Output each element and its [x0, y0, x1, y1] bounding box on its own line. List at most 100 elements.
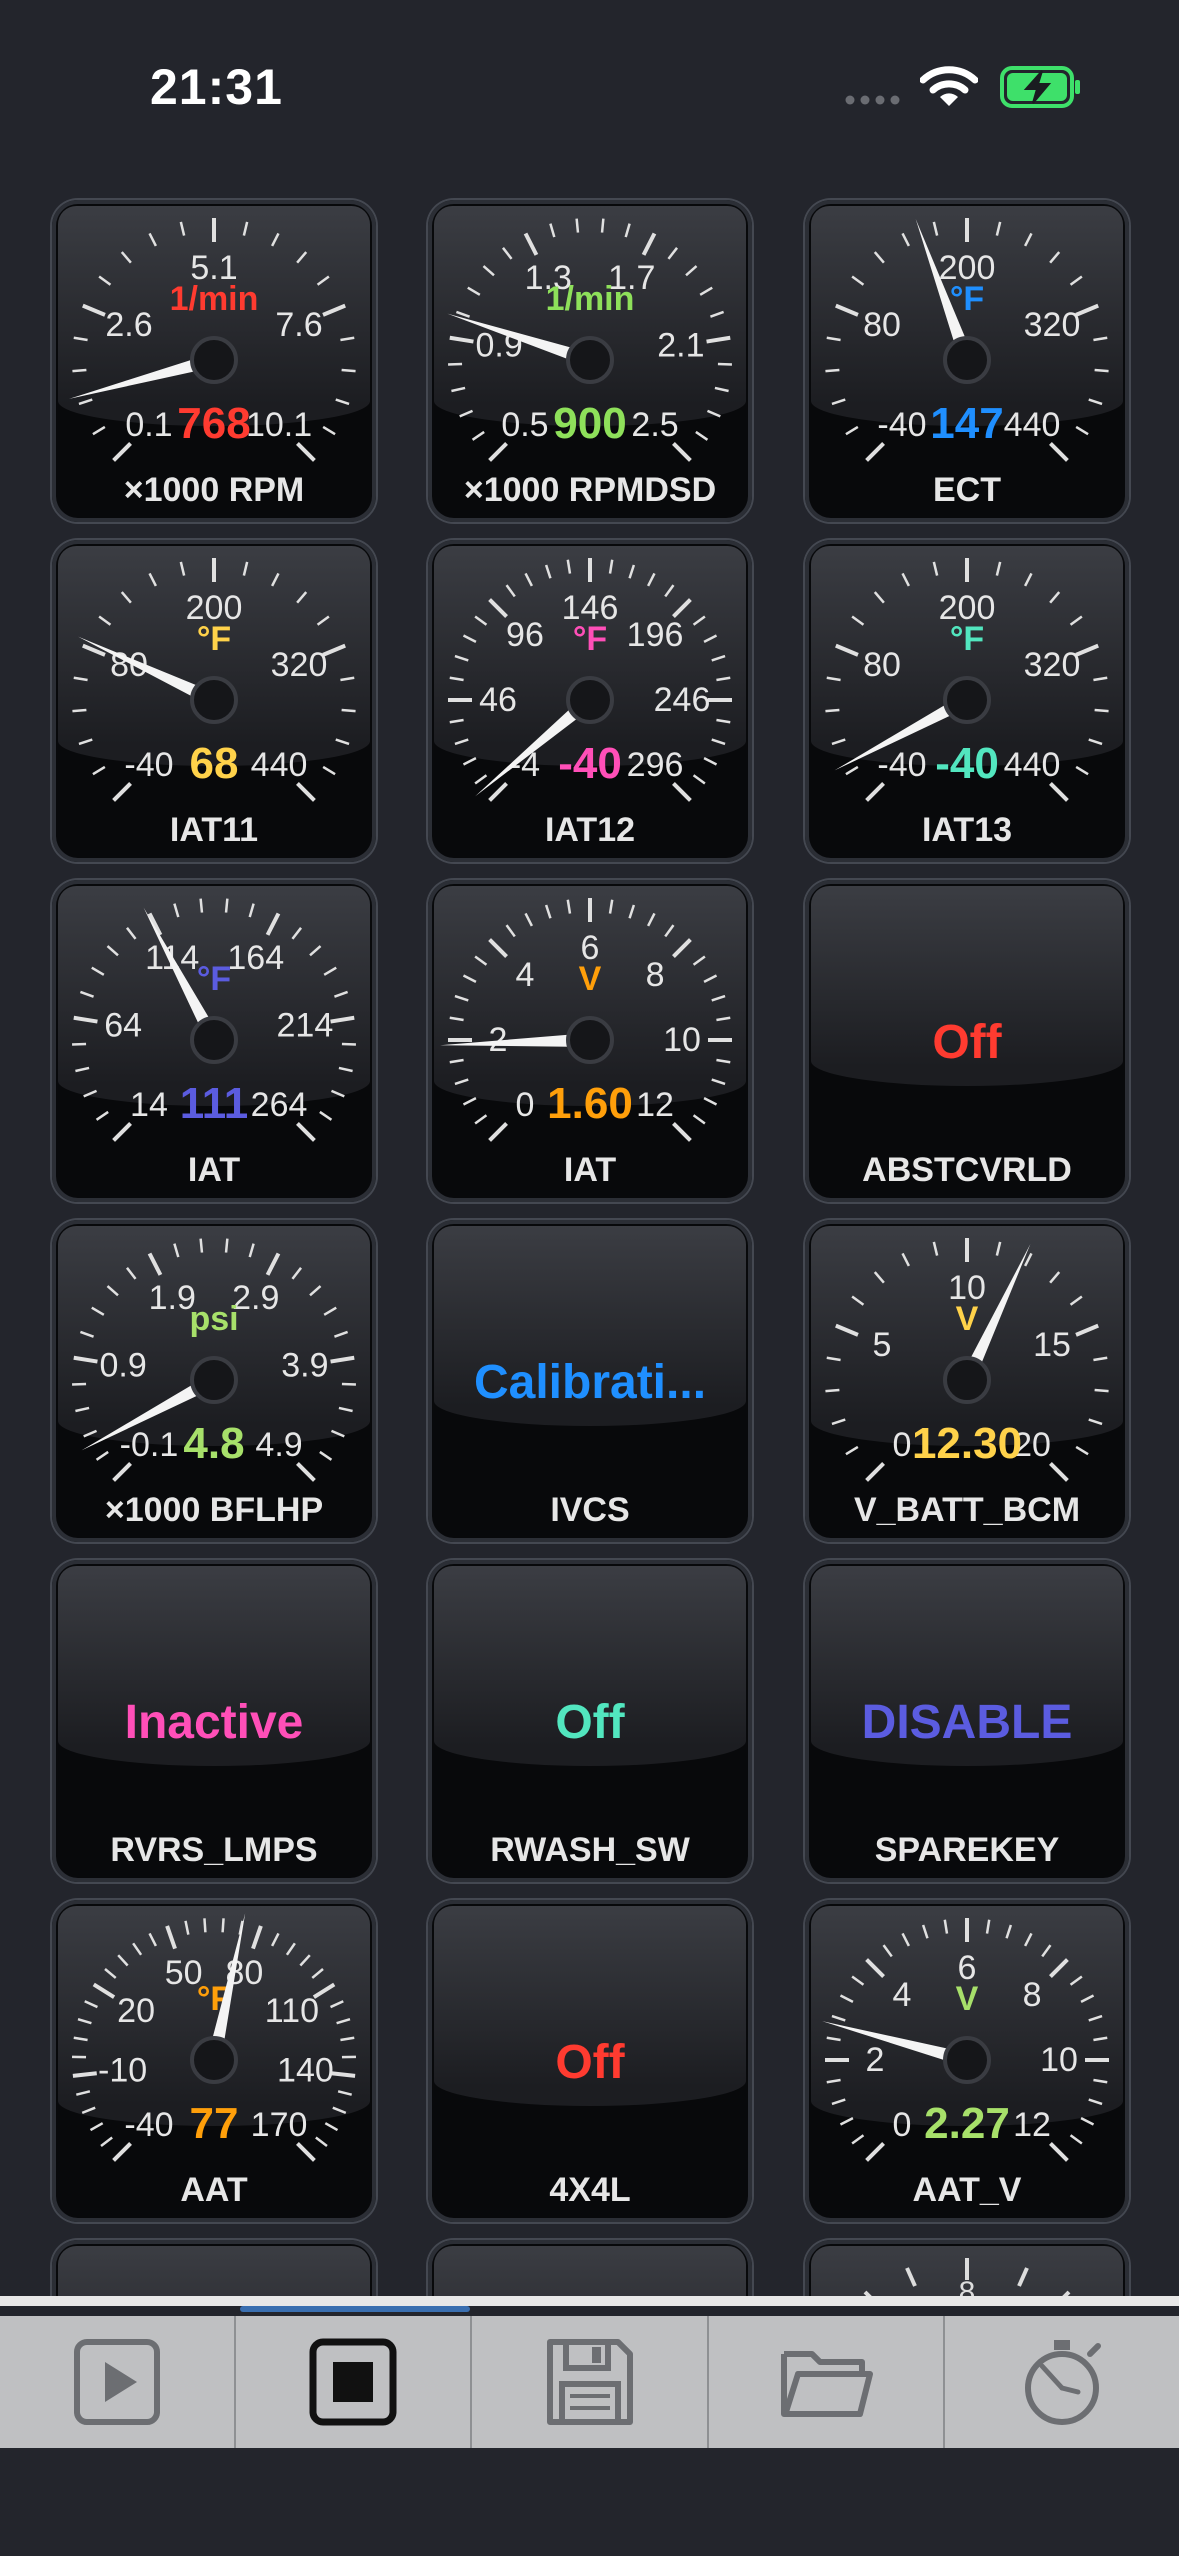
gauge-iat13[interactable]: -40 80 200 320 440 °F -40 IAT13 [805, 540, 1129, 862]
gauge-major-tick [672, 598, 692, 618]
gauge-minor-tick [462, 1096, 477, 1106]
gauge-value: 900 [553, 399, 626, 448]
gauge-minor-tick [459, 409, 474, 418]
gauge-minor-tick [73, 2036, 88, 2042]
gauge-unit: °F [950, 620, 984, 658]
gauge-minor-tick [324, 2122, 339, 2132]
gauge-minor-tick [501, 247, 513, 260]
toolbar-divider [0, 2296, 1179, 2306]
gauge-minor-tick [335, 398, 350, 406]
gauge-name: ECT [933, 471, 1001, 509]
gauge-rpm[interactable]: 0.1 2.6 5.1 7.6 10.1 1/min 768 ×1000 RPM [52, 200, 376, 522]
status-4x4l[interactable]: Off 4X4L [428, 1900, 752, 2222]
gauge-hub [190, 676, 238, 724]
gauge-bflhp[interactable]: -0.1 0.9 1.9 2.9 3.9 4.9 psi 4.8 ×1000 BFLHP [52, 1220, 376, 1542]
gauge-minor-tick [831, 738, 846, 746]
status-abstcvrld[interactable]: Off ABSTCVRLD [805, 880, 1129, 1202]
gauge-v-batt-bcm[interactable]: 0 5 10 15 20 V 12.30 V_BATT_BCM [805, 1220, 1129, 1542]
gauge-major-tick [265, 912, 281, 936]
stop-button[interactable] [236, 2316, 473, 2448]
gauge-minor-tick [224, 898, 229, 913]
gauge-value: 147 [930, 399, 1003, 448]
gauge-aat[interactable]: -40 -10 20 50 80 110 140 170 °F 77 AAT [52, 1900, 376, 2222]
gauge-iat-voltage[interactable]: 0 2 4 6 8 10 12 V 1.60 IAT [428, 880, 752, 1202]
gauge-minor-tick [449, 1016, 464, 1022]
gauge-name: IAT13 [921, 811, 1013, 849]
status-rvrs-lmps[interactable]: Inactive RVRS_LMPS [52, 1560, 376, 1882]
gauge-tick-label: 4 [892, 1976, 911, 2014]
gauge-minor-tick [932, 221, 939, 236]
gauge-minor-tick [98, 615, 112, 626]
gauge-minor-tick [901, 1932, 911, 1947]
gauge-minor-tick [1023, 572, 1033, 587]
gauge-minor-tick [692, 1114, 706, 1125]
gauge-tick-label: 12 [636, 1086, 674, 1124]
status-rwash-sw[interactable]: Off RWASH_SW [428, 1560, 752, 1882]
gauge-minor-tick [1023, 1252, 1033, 1267]
gauge-minor-tick [873, 591, 885, 604]
gauge-minor-tick [1080, 1994, 1095, 2004]
gauge-unit: °F [573, 620, 607, 658]
gauge-ect[interactable]: -40 80 200 320 440 °F 147 ECT [805, 200, 1129, 522]
gauge-minor-tick [462, 634, 477, 644]
gauge-minor-tick [667, 247, 679, 260]
gauge-minor-tick [89, 2122, 104, 2132]
gauge-iat12[interactable]: -4 46 96 146 196 246 296 °F -40 IAT12 [428, 540, 752, 862]
gauge-minor-tick [932, 561, 939, 576]
gauge-major-tick [1049, 782, 1069, 802]
gauge-hub [943, 676, 991, 724]
gauge-minor-tick [714, 386, 729, 393]
gauge-minor-tick [474, 1114, 488, 1125]
status-sparekey[interactable]: DISABLE SPAREKEY [805, 1560, 1129, 1882]
gauge-major-tick [835, 303, 859, 317]
gauge-minor-tick [73, 676, 88, 682]
gauge-minor-tick [179, 561, 186, 576]
gauge-major-tick [73, 1015, 98, 1024]
gauge-minor-tick [449, 718, 464, 724]
gauge-rpmdsd[interactable]: 0.5 0.9 1.3 1.7 2.1 2.5 1/min 900 ×1000 RPMDSD [428, 200, 752, 522]
partial-cell-left[interactable] [52, 2240, 376, 2296]
gauge-minor-tick [125, 1267, 137, 1280]
gauge-major-tick [865, 1958, 885, 1978]
gauge-value: -40 [558, 739, 622, 788]
gauge-iat[interactable]: 1464114164214264°F111IAT [52, 880, 376, 1202]
gauge-major-tick [112, 1122, 132, 1142]
gauge-minor-tick [91, 966, 105, 976]
gauge-minor-tick [831, 2014, 846, 2022]
gauge-major-tick [1049, 2142, 1069, 2162]
gauge-name: IAT11 [169, 811, 259, 849]
gauge-major-tick [73, 1355, 98, 1364]
gauge-minor-tick [873, 1271, 885, 1284]
gauge-tick-label: 4 [515, 956, 534, 994]
gauge-tick-label: -40 [124, 2106, 173, 2144]
gauge-minor-tick [710, 310, 725, 318]
gauge-tick-label: 440 [251, 746, 308, 784]
gauge-minor-tick [575, 218, 580, 233]
gauge-minor-tick [221, 1918, 225, 1933]
gauge-minor-tick [716, 1058, 731, 1064]
play-button[interactable] [0, 2316, 237, 2448]
gauge-minor-tick [454, 654, 469, 662]
gauge-minor-tick [322, 765, 336, 776]
gauge-minor-tick [901, 232, 911, 247]
save-button[interactable] [472, 2316, 709, 2448]
gauge-major-tick [147, 912, 163, 936]
partial-gauge-right[interactable]: 8 [805, 2240, 1129, 2296]
gauge-minor-tick [340, 336, 355, 342]
gauge-minor-tick [839, 1994, 854, 2004]
gauge-minor-tick [995, 561, 1002, 576]
gauge-aat-v[interactable]: 0 2 4 6 8 10 12 V 2.27 AAT_V [805, 1900, 1129, 2222]
gauge-minor-tick [664, 924, 675, 938]
status-ivcs[interactable]: Calibrati... IVCS [428, 1220, 752, 1542]
gauge-minor-tick [467, 286, 481, 296]
gauge-minor-tick [831, 1418, 846, 1426]
partial-cell-middle[interactable] [428, 2240, 752, 2296]
gauge-major-tick [296, 1462, 316, 1482]
open-button[interactable] [709, 2316, 945, 2448]
gauge-value: 12.30 [912, 1419, 1022, 1468]
timer-button[interactable] [945, 2316, 1179, 2448]
gauge-minor-tick [699, 286, 713, 296]
gauge-minor-tick [316, 615, 330, 626]
gauge-major-tick [165, 1925, 177, 1950]
gauge-iat11[interactable]: -40 80 200 320 440 °F 68 IAT11 [52, 540, 376, 862]
